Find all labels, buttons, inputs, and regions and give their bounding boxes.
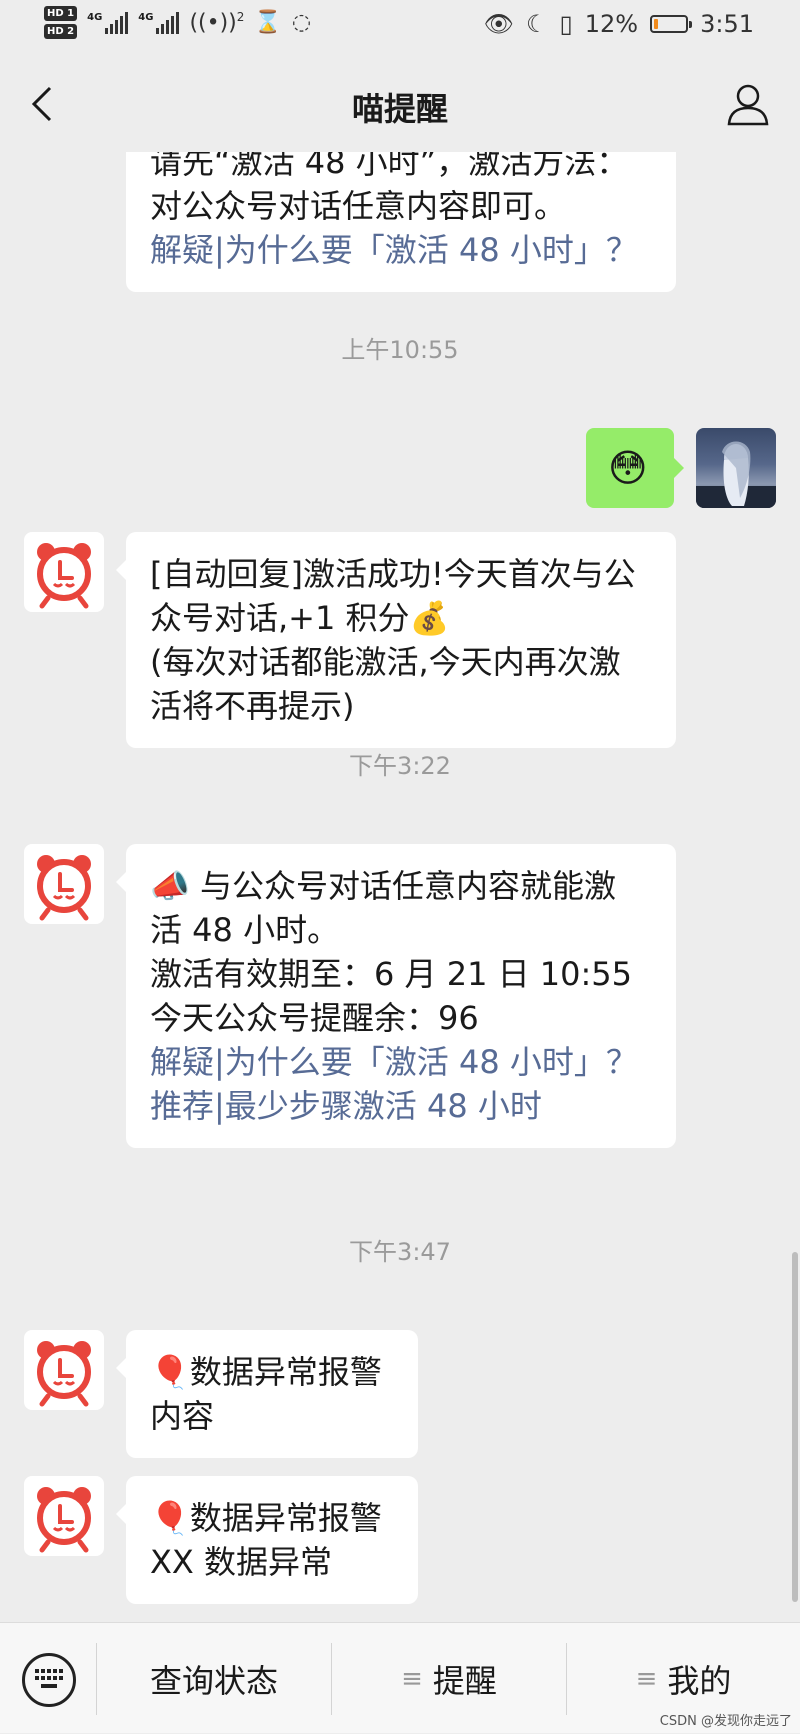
nav-bar: 喵提醒 — [0, 56, 800, 152]
message-text: (每次对话都能激活,今天内再次激 — [150, 643, 621, 681]
moon-icon: ☾ — [526, 10, 548, 38]
battery-fill — [654, 19, 659, 29]
message-text: 🎈数据异常报警 — [150, 1353, 382, 1391]
anime-girl-avatar-icon — [696, 441, 776, 508]
message-text: 活 48 小时。 — [150, 911, 340, 949]
message-bubble: 📣 与公众号对话任意内容就能激 活 48 小时。 激活有效期至：6 月 21 日… — [116, 844, 676, 1148]
menu-remind[interactable]: ≡ 提醒 — [332, 1623, 566, 1734]
hd2-badge: HD 2 — [44, 24, 78, 39]
hotspot-icon: ((•))2 — [189, 9, 245, 36]
message-text: 活将不再提示) — [150, 687, 355, 725]
message-text: [自动回复]激活成功!今天首次与公 — [150, 555, 636, 593]
message-text: 🎈数据异常报警 — [150, 1499, 382, 1537]
signal-1-icon: 4G — [87, 11, 129, 34]
alarm-clock-icon — [37, 543, 91, 609]
menu-label: 提醒 — [432, 1661, 497, 1700]
message-bubble: 🎈数据异常报警 内容 — [116, 1330, 418, 1458]
bot-avatar[interactable] — [24, 1476, 104, 1556]
signal-2-icon: 4G — [138, 11, 180, 34]
menu-list-icon: ≡ — [635, 1663, 658, 1694]
message-text: 内容 — [150, 1397, 215, 1435]
message-bubble: 🎈数据异常报警 XX 数据异常 — [116, 1476, 418, 1604]
flushed-emoji-icon: 😳 — [608, 446, 648, 490]
sync-icon: ◌ — [291, 10, 312, 35]
timestamp: 下午3:22 — [349, 752, 451, 780]
message-text: 请先“激活 48 小时”，激活方法： — [150, 152, 629, 181]
status-right: 👁 ☾ ▯ 12% 3:51 — [484, 10, 754, 38]
hd1-badge: HD 1 — [44, 6, 78, 21]
alarm-clock-icon — [37, 855, 91, 921]
page-title: 喵提醒 — [351, 90, 448, 128]
battery-percent: 12% — [584, 10, 639, 38]
watermark: CSDN @发现你走远了 — [659, 1714, 792, 1729]
keyboard-toggle-button[interactable] — [22, 1653, 76, 1707]
vibrate-icon: ▯ — [559, 10, 573, 38]
message-bubble: [自动回复]激活成功!今天首次与公 众号对话,+1 积分💰 (每次对话都能激活,… — [116, 532, 676, 748]
message-text: 众号对话,+1 积分💰 — [150, 599, 450, 637]
scrollbar[interactable] — [792, 1252, 798, 1602]
eye-comfort-icon: 👁 — [483, 10, 515, 38]
alarm-clock-icon — [37, 1341, 91, 1407]
faq-link[interactable]: 解疑|为什么要「激活 48 小时」？ — [150, 228, 652, 272]
faq-link[interactable]: 解疑|为什么要「激活 48 小时」？ — [150, 1040, 652, 1084]
message-bubble: 请先“激活 48 小时”，激活方法： 对公众号对话任意内容即可。 解疑|为什么要… — [126, 152, 676, 292]
message-text: 📣 与公众号对话任意内容就能激 — [150, 867, 617, 905]
my-avatar[interactable] — [696, 428, 776, 508]
message-text: 对公众号对话任意内容即可。 — [150, 187, 567, 225]
clock-time: 3:51 — [700, 10, 754, 38]
profile-button[interactable] — [726, 82, 770, 126]
chat-area[interactable]: 请先“激活 48 小时”，激活方法： 对公众号对话任意内容即可。 解疑|为什么要… — [0, 152, 800, 1622]
bottom-menu-bar: 查询状态 ≡ 提醒 ≡ 我的 CSDN @发现你走远了 — [0, 1622, 800, 1733]
hourglass-icon: ⌛ — [254, 10, 282, 35]
bot-avatar[interactable] — [24, 844, 104, 924]
my-message-bubble[interactable]: 😳 — [586, 428, 684, 508]
keyboard-icon — [35, 1669, 63, 1688]
menu-list-icon: ≡ — [401, 1663, 423, 1694]
menu-label: 查询状态 — [149, 1661, 278, 1700]
alarm-clock-icon — [37, 1487, 91, 1553]
hd-indicators: HD 1 HD 2 — [44, 6, 78, 39]
person-icon — [727, 84, 769, 126]
message-text: 今天公众号提醒余：96 — [150, 999, 479, 1037]
status-left: HD 1 HD 2 4G 4G ((•))2 ⌛ ◌ — [44, 6, 311, 39]
bot-avatar[interactable] — [24, 1330, 104, 1410]
message-text: XX 数据异常 — [150, 1543, 333, 1581]
bot-avatar[interactable] — [24, 532, 104, 612]
status-bar: HD 1 HD 2 4G 4G ((•))2 ⌛ ◌ 👁 ☾ ▯ 12% 3:5… — [0, 0, 800, 56]
menu-label: 我的 — [667, 1661, 732, 1700]
battery-icon — [650, 15, 693, 33]
timestamp: 下午3:47 — [349, 1238, 451, 1266]
menu-query-status[interactable]: 查询状态 — [97, 1623, 331, 1734]
recommend-link[interactable]: 推荐|最少步骤激活 48 小时 — [150, 1084, 652, 1128]
message-text: 激活有效期至：6 月 21 日 10:55 — [150, 955, 632, 993]
timestamp: 上午10:55 — [341, 336, 459, 364]
